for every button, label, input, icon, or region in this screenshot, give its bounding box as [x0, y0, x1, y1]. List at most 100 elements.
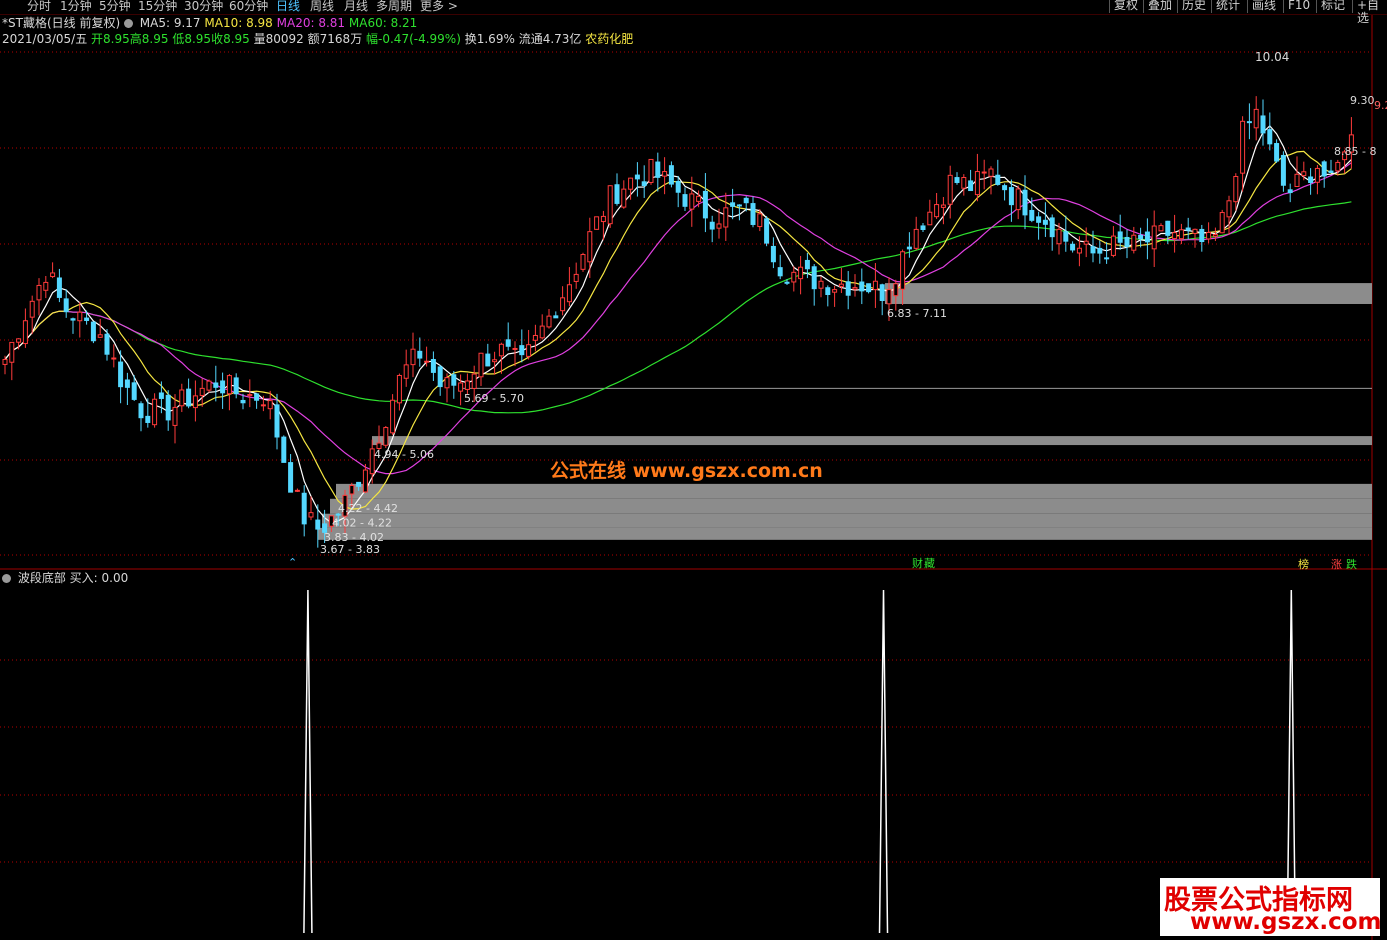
candle-body: [995, 174, 1001, 185]
candle-body: [70, 318, 76, 321]
candle-body: [390, 399, 396, 434]
candle-body: [104, 333, 110, 355]
marker-die[interactable]: 跌: [1346, 556, 1357, 572]
candle-body: [1328, 170, 1334, 174]
candle-body: [1260, 115, 1266, 134]
candle-body: [1022, 189, 1028, 216]
candle-body: [641, 181, 647, 187]
indicator-settings-icon[interactable]: [2, 571, 14, 585]
candle-body: [1274, 143, 1280, 162]
candle-body: [1124, 236, 1130, 248]
candle-body: [1246, 121, 1252, 124]
candle-body: [124, 379, 130, 388]
candle-body: [634, 174, 640, 180]
candle-body: [118, 361, 124, 388]
candle-body: [560, 297, 566, 312]
candle-body: [1036, 216, 1042, 223]
candle-body: [50, 272, 56, 278]
candle-body: [954, 177, 960, 183]
support-zone: [318, 527, 1372, 540]
candle-body: [1267, 129, 1273, 145]
candle-body: [430, 358, 436, 373]
candle-body: [186, 388, 192, 407]
candle-body: [702, 190, 708, 219]
candle-body: [424, 360, 430, 363]
candle-body: [825, 287, 831, 295]
candle-body: [866, 283, 872, 293]
candle-body: [920, 225, 926, 230]
candle-body: [451, 374, 457, 386]
candle-body: [594, 216, 600, 230]
indicator-name: 波段底部: [17, 571, 66, 585]
candle-body: [315, 519, 321, 530]
candle-body: [879, 284, 885, 301]
candle-body: [9, 341, 15, 363]
marker-cang[interactable]: 藏: [924, 555, 935, 571]
support-zone-label: 4.94 - 5.06: [374, 448, 434, 461]
candle-body: [1294, 173, 1300, 188]
candle-body: [1287, 189, 1293, 194]
candle-body: [471, 373, 477, 389]
candle-body: [84, 317, 90, 321]
candle-body: [226, 375, 232, 395]
sub-indicator-header: 波段底部 买入: 0.00: [2, 571, 128, 586]
candle-body: [784, 281, 790, 284]
candle-body: [1002, 185, 1008, 191]
candle-body: [526, 344, 532, 357]
candle-body: [804, 259, 810, 270]
candle-body: [927, 211, 933, 226]
candle-body: [934, 204, 940, 218]
candle-body: [172, 406, 178, 426]
marker-zhang[interactable]: 涨: [1331, 556, 1342, 572]
candle-body: [1185, 227, 1191, 231]
candle-body: [281, 436, 287, 463]
candle-body: [512, 347, 518, 350]
candle-body: [519, 345, 525, 356]
buy-signal-spike: [303, 589, 313, 934]
candle-body: [1131, 234, 1137, 251]
candle-body: [492, 359, 498, 363]
candle-body: [396, 374, 402, 404]
candle-body: [458, 382, 464, 392]
candle-body: [968, 180, 974, 192]
support-zone: [336, 483, 1372, 499]
candle-body: [410, 348, 416, 366]
candle-body: [1212, 234, 1218, 237]
candle-body: [1110, 235, 1116, 256]
candle-body: [247, 394, 253, 397]
logo-url: www.gszx.com: [1190, 909, 1382, 935]
candle-body: [274, 404, 280, 438]
support-zone: [322, 513, 1372, 528]
candle-body: [532, 334, 538, 341]
candle-body: [1097, 247, 1103, 254]
candle-body: [1029, 209, 1035, 221]
candle-body: [444, 377, 450, 389]
candle-body: [63, 298, 69, 313]
candle-body: [1321, 161, 1327, 177]
support-zone: [372, 436, 1372, 446]
candle-body: [621, 188, 627, 208]
support-zone-label: 3.67 - 3.83: [320, 543, 380, 556]
candle-body: [1280, 154, 1286, 186]
candle-body: [1233, 176, 1239, 203]
marker-cai[interactable]: 财: [912, 555, 923, 571]
candle-body: [580, 254, 586, 270]
candle-body: [886, 289, 892, 305]
candle-body: [587, 231, 593, 263]
candle-body: [254, 393, 260, 401]
candle-body: [1308, 176, 1314, 183]
candle-body: [838, 283, 844, 287]
candle-body: [1083, 240, 1089, 245]
high-price-label: 10.04: [1255, 50, 1290, 64]
candle-body: [464, 380, 470, 390]
candle-body: [832, 289, 838, 293]
candle-body: [1042, 219, 1048, 225]
support-zone-label: 4.22 - 4.42: [338, 502, 398, 515]
marker-bang[interactable]: 榜: [1298, 556, 1309, 572]
candle-body: [308, 512, 314, 518]
candle-body: [1158, 225, 1164, 232]
candle-body: [301, 492, 307, 525]
candle-body: [288, 462, 294, 493]
candle-body: [90, 321, 96, 342]
candle-body: [36, 284, 42, 301]
